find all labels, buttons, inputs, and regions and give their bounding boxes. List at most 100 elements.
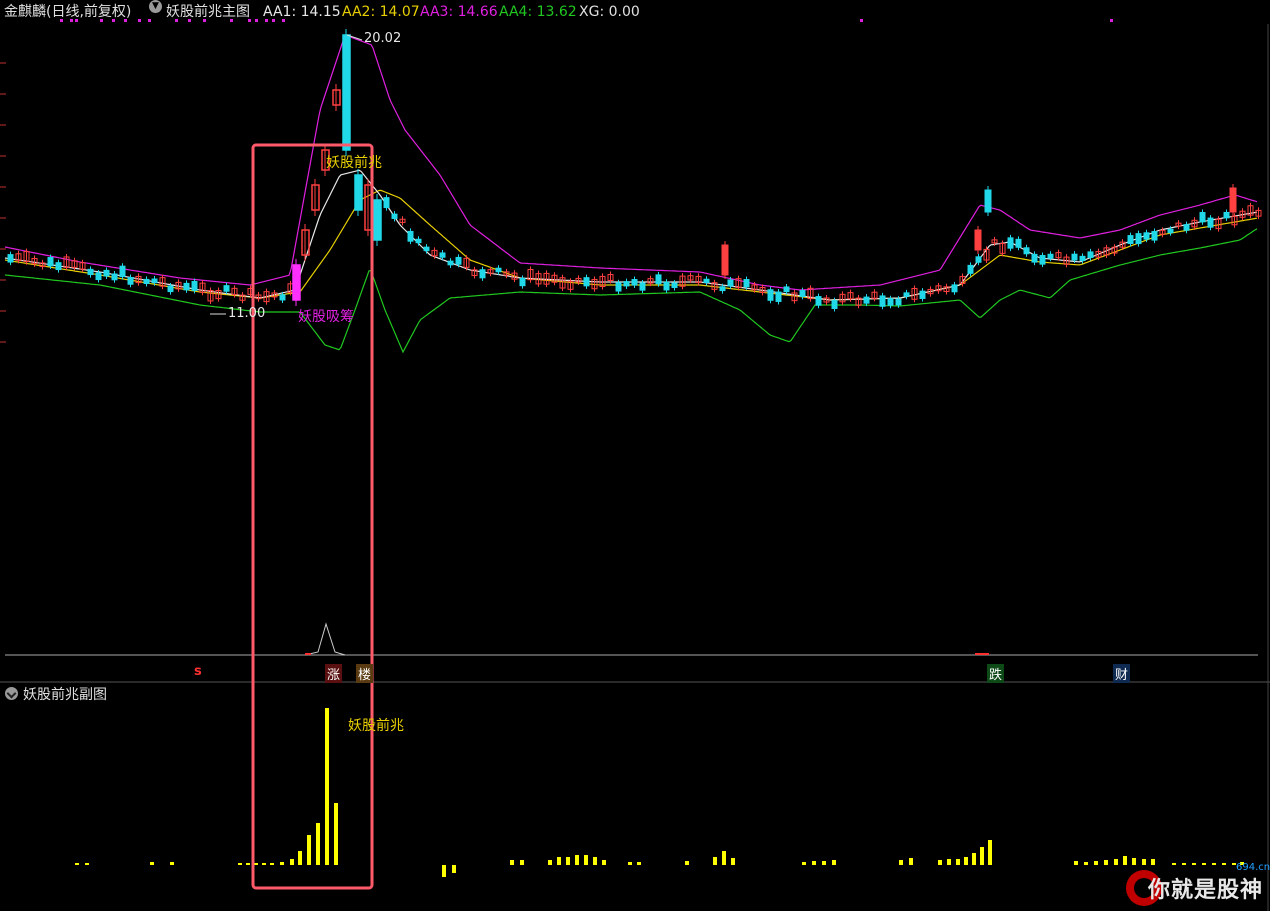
sub-bar <box>334 803 338 865</box>
s-marker[interactable]: s <box>194 664 202 679</box>
zhang-marker[interactable]: 涨 <box>325 664 343 683</box>
candle-body <box>1151 231 1158 241</box>
sub-bar <box>246 863 250 865</box>
candle-body <box>495 267 502 273</box>
sub-bar <box>964 857 968 865</box>
signal-label: 妖股前兆 <box>326 155 382 171</box>
candle-body <box>1047 253 1054 259</box>
signal-dot <box>255 19 258 22</box>
sub-bar <box>307 835 311 865</box>
signal-dot <box>175 19 178 22</box>
candle-body <box>183 282 190 291</box>
candle-body <box>919 290 926 299</box>
candle-body <box>354 174 363 211</box>
sub-bar <box>170 862 174 865</box>
sub-bar <box>938 860 942 865</box>
candle-body <box>727 279 734 287</box>
candle-body <box>767 289 774 301</box>
signal-dot <box>148 19 151 22</box>
sub-bar <box>812 861 816 865</box>
signal-dot <box>1110 19 1113 22</box>
signal-dot <box>124 19 127 22</box>
sub-signal-label: 妖股前兆 <box>348 718 404 734</box>
price-chart-canvas[interactable] <box>0 0 1270 911</box>
sub-bar <box>899 860 903 865</box>
candle-body <box>655 274 662 285</box>
signal-dot <box>188 19 191 22</box>
candle-body <box>721 244 729 276</box>
candle-body <box>975 256 982 263</box>
candle-body <box>119 265 126 278</box>
sub-bar <box>262 863 266 865</box>
candle-body <box>1167 228 1174 234</box>
sub-bar <box>980 847 984 865</box>
sub-bar <box>290 859 294 865</box>
sub-bar <box>832 860 836 865</box>
sub-bar <box>909 858 913 865</box>
sub-bar <box>575 855 579 865</box>
candle-body <box>1007 237 1014 249</box>
signal-dot <box>248 19 251 22</box>
candle-body <box>423 246 430 252</box>
signal-dot <box>265 19 268 22</box>
sub-bar <box>280 862 284 865</box>
sub-bar <box>637 862 641 865</box>
candle-body <box>1087 251 1094 259</box>
sub-bar <box>1104 860 1108 865</box>
candle-body <box>1199 212 1206 223</box>
candle-body <box>447 260 454 266</box>
sub-bar <box>238 863 242 865</box>
candle-body <box>342 34 351 151</box>
sub-bar <box>602 860 606 865</box>
die-marker[interactable]: 跌 <box>987 664 1005 683</box>
lou-marker[interactable]: 楼 <box>356 664 374 683</box>
candle-body <box>1127 235 1134 245</box>
candle-body <box>223 285 230 292</box>
candle-body <box>775 291 782 302</box>
candle-body <box>87 268 94 276</box>
cai-marker[interactable]: 财 <box>1113 664 1131 683</box>
candle-body <box>373 199 382 241</box>
sub-bar <box>85 863 89 865</box>
candle-body <box>974 229 982 251</box>
candle-body <box>55 262 62 271</box>
candle-body <box>7 254 14 263</box>
sub-bar <box>593 857 597 865</box>
sub-bar <box>1094 861 1098 865</box>
candle-body <box>1229 187 1237 213</box>
candle-body <box>47 256 54 267</box>
sub-bar <box>298 851 302 865</box>
candle-body <box>967 264 974 274</box>
sub-bar <box>1074 861 1078 865</box>
sub-bar <box>584 855 588 865</box>
candle-body <box>407 230 414 242</box>
candle-body <box>863 296 870 304</box>
watermark-site: 694.cn <box>1236 862 1270 873</box>
candle-body <box>1031 253 1038 263</box>
signal-dot <box>230 19 233 22</box>
candle-body <box>415 238 422 244</box>
sub-bar <box>822 861 826 865</box>
candle-body <box>455 256 462 265</box>
candle-body <box>111 273 118 281</box>
candle-body <box>951 284 958 293</box>
candle-body <box>1207 217 1214 228</box>
top-signal-dots <box>60 19 1113 22</box>
sub-bar <box>316 823 320 865</box>
signal-dot <box>203 19 206 22</box>
sub-bar <box>442 865 446 877</box>
candle-body <box>623 281 630 287</box>
candle-body <box>391 213 398 219</box>
candle-body <box>1135 233 1142 245</box>
sub-bar <box>520 860 524 865</box>
candle-body <box>615 282 622 292</box>
candle-body <box>895 298 902 306</box>
signal-dot <box>60 19 63 22</box>
sub-indicator-menu-icon[interactable] <box>5 687 18 700</box>
sub-bar <box>628 862 632 865</box>
sub-indicator-title[interactable]: 妖股前兆副图 <box>23 684 107 704</box>
high-price-label: 20.02 <box>364 31 402 46</box>
candle-body <box>831 300 838 309</box>
candle-body <box>383 197 390 209</box>
sub-chart-bars <box>75 708 1244 877</box>
